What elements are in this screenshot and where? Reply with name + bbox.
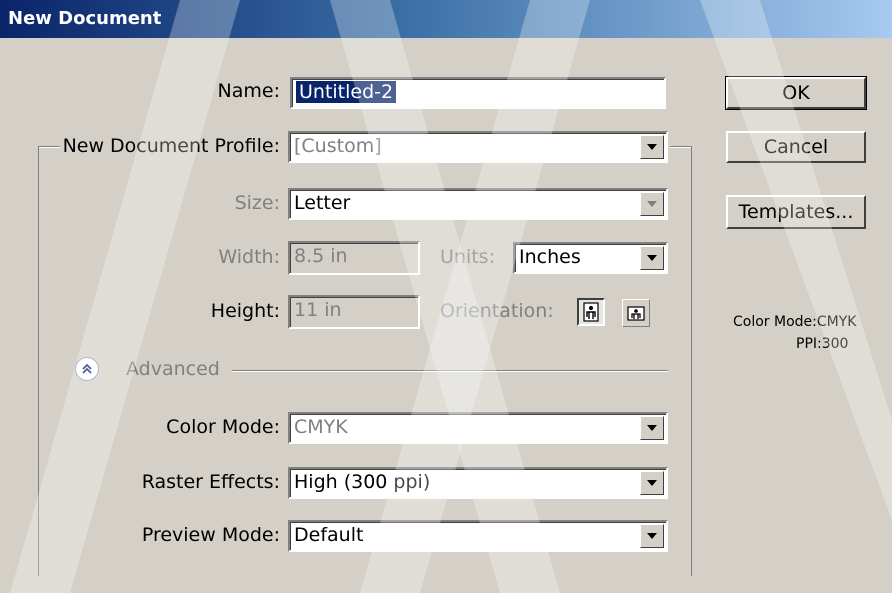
profile-select[interactable]: [Custom] (288, 131, 668, 163)
summary-ppi: PPI:300 (796, 336, 849, 352)
raster-effects-value: High (300 ppi) (294, 471, 431, 493)
size-select[interactable]: Letter (288, 188, 668, 220)
preview-mode-label: Preview Mode: (141, 524, 280, 546)
color-mode-value: CMYK (294, 416, 348, 438)
chevron-down-icon (640, 192, 664, 216)
summary-color-mode: Color Mode:CMYK (733, 314, 857, 330)
advanced-label: Advanced (126, 358, 220, 380)
height-field[interactable]: 11 in (288, 295, 420, 329)
height-value: 11 in (294, 299, 342, 321)
cancel-button[interactable]: Cancel (726, 131, 866, 163)
chevron-down-icon (640, 246, 664, 270)
templates-button[interactable]: Templates... (726, 195, 866, 229)
chevron-down-icon (640, 135, 664, 159)
width-field[interactable]: 8.5 in (288, 241, 420, 275)
landscape-icon (627, 306, 645, 321)
orientation-label: Orientation: (440, 300, 554, 322)
chevron-down-icon (640, 471, 664, 495)
landscape-orientation-button[interactable] (622, 299, 650, 327)
group-border-right (691, 146, 692, 576)
advanced-divider (232, 370, 668, 372)
units-select[interactable]: Inches (513, 242, 668, 274)
group-border-left (38, 146, 39, 576)
group-border-right-top (670, 146, 692, 148)
chevron-up-double-icon (82, 363, 92, 374)
portrait-orientation-button[interactable] (577, 298, 605, 326)
color-mode-label: Color Mode: (166, 416, 280, 438)
size-value: Letter (294, 192, 351, 214)
profile-value: [Custom] (294, 135, 382, 157)
group-border-left-top (38, 146, 60, 148)
size-label: Size: (234, 192, 280, 214)
width-value: 8.5 in (294, 245, 348, 267)
raster-effects-select[interactable]: High (300 ppi) (288, 467, 668, 499)
name-label: Name: (217, 80, 280, 102)
advanced-collapse-button[interactable] (75, 357, 99, 381)
name-value: Untitled-2 (296, 81, 397, 103)
preview-mode-select[interactable]: Default (288, 520, 668, 552)
preview-mode-value: Default (294, 524, 364, 546)
profile-label: New Document Profile: (62, 135, 280, 157)
ok-button[interactable]: OK (725, 76, 867, 110)
name-field[interactable]: Untitled-2 (290, 77, 666, 109)
units-label: Units: (440, 246, 495, 268)
units-value: Inches (519, 246, 581, 268)
chevron-down-icon (640, 416, 664, 440)
chevron-down-icon (640, 524, 664, 548)
height-label: Height: (210, 300, 280, 322)
new-document-dialog: New Document Name: Untitled-2 New Docume… (0, 0, 892, 593)
color-mode-select[interactable]: CMYK (288, 412, 668, 444)
raster-effects-label: Raster Effects: (141, 471, 280, 493)
portrait-icon (583, 302, 599, 322)
dialog-title: New Document (0, 0, 892, 38)
width-label: Width: (218, 246, 280, 268)
